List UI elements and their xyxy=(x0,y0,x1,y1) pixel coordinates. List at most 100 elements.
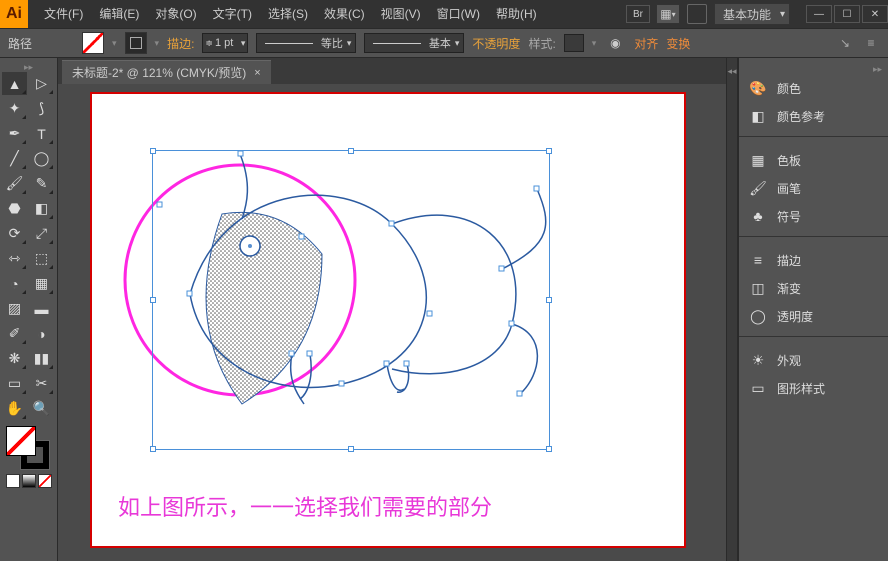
live-paint-tool[interactable]: ▦ xyxy=(29,272,54,295)
panel-symbols[interactable]: ♣符号 xyxy=(739,202,888,230)
type-tool[interactable]: T xyxy=(29,122,54,145)
resize-handle[interactable] xyxy=(348,148,354,154)
document-tabs: 未标题-2* @ 121% (CMYK/预览) × xyxy=(58,58,726,84)
document-tab-label: 未标题-2* @ 121% (CMYK/预览) xyxy=(72,64,246,81)
symbols-icon: ♣ xyxy=(749,207,767,225)
slice-tool[interactable]: ✂ xyxy=(29,372,54,395)
menu-type[interactable]: 文字(T) xyxy=(205,0,260,28)
selection-type-label: 路径 xyxy=(8,35,32,52)
zoom-tool[interactable]: 🔍 xyxy=(29,397,54,420)
rotate-tool[interactable]: ⟳ xyxy=(2,222,27,245)
resize-handle[interactable] xyxy=(150,297,156,303)
gradient-tool[interactable]: ▬ xyxy=(29,297,54,320)
opacity-link[interactable]: 不透明度 xyxy=(472,35,520,52)
symbol-sprayer-tool[interactable]: ❋ xyxy=(2,347,27,370)
pencil-tool[interactable]: ✎ xyxy=(29,172,54,195)
panel-gradient[interactable]: ◫渐变 xyxy=(739,274,888,302)
panel-collapse-strip[interactable]: ◂◂ xyxy=(726,58,738,561)
gradient-icon: ◫ xyxy=(749,279,767,297)
recolor-button[interactable]: ◉ xyxy=(604,32,626,54)
magic-wand-tool[interactable]: ✦ xyxy=(2,97,27,120)
profile-select[interactable]: 等比▾ xyxy=(256,33,356,53)
panel-graphic-styles[interactable]: ▭图形样式 xyxy=(739,374,888,402)
resize-handle[interactable] xyxy=(546,446,552,452)
bridge-button[interactable]: Br xyxy=(626,5,650,23)
document-tab[interactable]: 未标题-2* @ 121% (CMYK/预览) × xyxy=(62,60,271,84)
color-mode[interactable] xyxy=(6,474,20,488)
menu-view[interactable]: 视图(V) xyxy=(373,0,429,28)
search-button[interactable] xyxy=(686,3,708,25)
menu-bar: Ai 文件(F) 编辑(E) 对象(O) 文字(T) 选择(S) 效果(C) 视… xyxy=(0,0,888,28)
artboard-tool[interactable]: ▭ xyxy=(2,372,27,395)
brush-def-select[interactable]: 基本▾ xyxy=(364,33,464,53)
blob-brush-tool[interactable]: ⬣ xyxy=(2,197,27,220)
resize-handle[interactable] xyxy=(150,446,156,452)
line-tool[interactable]: ╱ xyxy=(2,147,27,170)
arrange-docs-button[interactable]: ▦▾ xyxy=(656,4,680,24)
panel-swatches[interactable]: ▦色板 xyxy=(739,146,888,174)
align-link[interactable]: 对齐 xyxy=(634,35,658,52)
menu-edit[interactable]: 编辑(E) xyxy=(91,0,147,28)
free-transform-tool[interactable]: ⬚ xyxy=(29,247,54,270)
resize-handle[interactable] xyxy=(546,297,552,303)
menu-select[interactable]: 选择(S) xyxy=(260,0,316,28)
stroke-icon: ≡ xyxy=(749,251,767,269)
blend-tool[interactable]: ◑ xyxy=(29,322,54,345)
paintbrush-tool[interactable]: 🖌 xyxy=(2,172,27,195)
selection-tool[interactable]: ▲ xyxy=(2,72,27,95)
panel-brushes[interactable]: 🖌画笔 xyxy=(739,174,888,202)
menu-window[interactable]: 窗口(W) xyxy=(429,0,488,28)
width-tool[interactable]: ⇿ xyxy=(2,247,27,270)
swatches-icon: ▦ xyxy=(749,151,767,169)
panel-stroke[interactable]: ≡描边 xyxy=(739,246,888,274)
direct-selection-tool[interactable]: ▷ xyxy=(29,72,54,95)
isolate-button[interactable]: ↘ xyxy=(836,34,854,52)
hand-tool[interactable]: ✋ xyxy=(2,397,27,420)
panel-menu[interactable]: ≡ xyxy=(862,34,880,52)
eraser-tool[interactable]: ◧ xyxy=(29,197,54,220)
close-button[interactable]: ✕ xyxy=(862,5,888,23)
resize-handle[interactable] xyxy=(546,148,552,154)
fill-color[interactable] xyxy=(6,426,36,456)
menu-object[interactable]: 对象(O) xyxy=(147,0,204,28)
column-graph-tool[interactable]: ▮▮ xyxy=(29,347,54,370)
panel-transparency[interactable]: ◯透明度 xyxy=(739,302,888,330)
minimize-button[interactable]: — xyxy=(806,5,832,23)
color-guide-icon: ◧ xyxy=(749,107,767,125)
fill-swatch[interactable] xyxy=(82,32,104,54)
none-mode[interactable] xyxy=(38,474,52,488)
workspace-switcher[interactable]: 基本功能 xyxy=(714,3,790,25)
style-swatch[interactable] xyxy=(564,34,584,52)
brushes-icon: 🖌 xyxy=(749,179,767,197)
selection-bounding-box[interactable] xyxy=(152,150,550,450)
app-logo: Ai xyxy=(0,0,28,28)
transform-link[interactable]: 变换 xyxy=(666,35,690,52)
menu-file[interactable]: 文件(F) xyxy=(36,0,91,28)
menu-effect[interactable]: 效果(C) xyxy=(316,0,373,28)
graphic-styles-icon: ▭ xyxy=(749,379,767,397)
stroke-panel-link[interactable]: 描边: xyxy=(167,35,194,52)
panel-appearance[interactable]: ☀外观 xyxy=(739,346,888,374)
gradient-mode[interactable] xyxy=(22,474,36,488)
menu-help[interactable]: 帮助(H) xyxy=(488,0,545,28)
panel-color-guide[interactable]: ◧颜色参考 xyxy=(739,102,888,130)
ellipse-tool[interactable]: ◯ xyxy=(29,147,54,170)
tools-panel: ▸▸ ▲▷ ✦⟆ ✒T ╱◯ 🖌✎ ⬣◧ ⟳⤢ ⇿⬚ ◔▦ ▨▬ ✐◑ ❋▮▮ … xyxy=(0,58,58,561)
artboard[interactable]: 如上图所示，一一选择我们需要的部分 xyxy=(90,92,686,548)
close-tab-icon[interactable]: × xyxy=(254,67,260,79)
eyedropper-tool[interactable]: ✐ xyxy=(2,322,27,345)
canvas[interactable]: 如上图所示，一一选择我们需要的部分 xyxy=(58,84,726,561)
resize-handle[interactable] xyxy=(150,148,156,154)
maximize-button[interactable]: ☐ xyxy=(834,5,860,23)
shape-builder-tool[interactable]: ◔ xyxy=(2,272,27,295)
resize-handle[interactable] xyxy=(348,446,354,452)
lasso-tool[interactable]: ⟆ xyxy=(29,97,54,120)
scale-tool[interactable]: ⤢ xyxy=(29,222,54,245)
pen-tool[interactable]: ✒ xyxy=(2,122,27,145)
stroke-swatch[interactable] xyxy=(125,32,147,54)
panel-color[interactable]: 🎨颜色 xyxy=(739,74,888,102)
stroke-weight-input[interactable]: ≑1 pt▾ xyxy=(202,33,248,53)
mesh-tool[interactable]: ▨ xyxy=(2,297,27,320)
transparency-icon: ◯ xyxy=(749,307,767,325)
fill-stroke-control[interactable] xyxy=(6,426,50,470)
